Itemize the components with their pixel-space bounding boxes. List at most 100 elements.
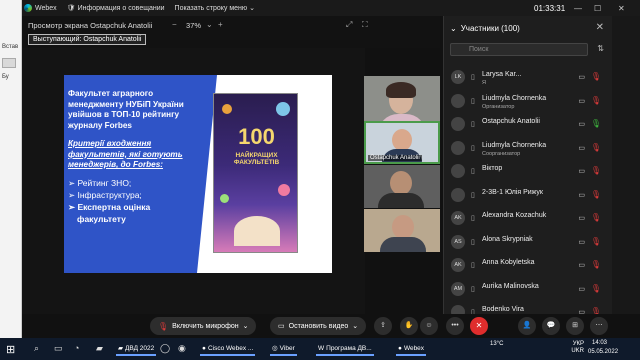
mic-muted-icon[interactable]: 🎙: [591, 143, 601, 152]
viber-icon: ◎: [272, 345, 278, 352]
video-name: Ostapchuk Anatolii: [368, 155, 422, 161]
input-language[interactable]: УКР UKR: [560, 341, 584, 355]
chevron-down-icon[interactable]: ⌄: [243, 322, 249, 330]
avatar: [451, 93, 465, 108]
edge-icon[interactable]: ◔: [74, 343, 79, 353]
apps-icon[interactable]: ⊞: [566, 317, 584, 335]
meeting-info-button[interactable]: 🛡 Информация о совещании: [67, 4, 165, 13]
avatar: AM: [451, 281, 465, 296]
unmute-button[interactable]: 🎙 Включить микрофон ⌄: [150, 317, 257, 335]
word-format-icon[interactable]: [2, 58, 16, 68]
zoom-level: 37%: [186, 21, 202, 30]
video-camera-icon: ▭: [578, 97, 585, 105]
chevron-down-icon: ⌄: [249, 5, 256, 12]
mic-muted-icon[interactable]: 🎙: [591, 166, 601, 175]
folder-icon[interactable]: ▰: [96, 343, 103, 354]
mic-muted-icon[interactable]: 🎙: [591, 237, 601, 246]
chat-icon[interactable]: 💬: [542, 317, 560, 335]
video-camera-icon: ▭: [278, 323, 285, 330]
leave-meeting-button[interactable]: ✕: [470, 317, 488, 335]
windows-start-icon[interactable]: ⊞: [6, 343, 15, 356]
taskbar-app[interactable]: W Програма ДВ...: [316, 342, 374, 356]
avatar: [451, 117, 465, 131]
task-view-icon[interactable]: ▭: [54, 343, 63, 354]
participant-video[interactable]: [364, 165, 440, 208]
more-options-icon[interactable]: •••: [446, 317, 464, 335]
participant-row[interactable]: ▯ Liudmyla Chornenka Соорганизатор ▭ 🎙: [444, 137, 613, 161]
share-screen-icon[interactable]: ⇪: [374, 317, 392, 335]
participant-row[interactable]: ▯ Віктор ▭ 🎙: [444, 160, 613, 184]
participants-header: ⌄ Участники (100): [450, 24, 520, 33]
chevron-down-icon[interactable]: ⌄: [450, 24, 457, 33]
participant-row[interactable]: AK ▯ Alexandra Kozachuk ▭ 🎙: [444, 207, 613, 231]
participant-video[interactable]: [364, 209, 440, 252]
video-camera-icon: ▭: [578, 121, 585, 128]
close-panel-icon[interactable]: ✕: [596, 22, 604, 33]
minimize-icon[interactable]: —: [574, 4, 582, 13]
taskbar-app[interactable]: ◎ Viber: [270, 342, 297, 356]
reactions-icon[interactable]: ✋: [400, 317, 418, 335]
mic-muted-icon[interactable]: 🎙: [591, 260, 601, 269]
show-menu-button[interactable]: Показать строку меню ⌄: [174, 4, 256, 13]
device-icon: ▯: [471, 168, 475, 175]
more-panels-icon[interactable]: ⋯: [590, 317, 608, 335]
slide-bullet-continued: факультету: [77, 214, 126, 224]
book-number: 100: [238, 124, 275, 149]
taskbar-app[interactable]: ● Webex: [396, 342, 427, 356]
taskbar-time[interactable]: 14:03: [592, 340, 607, 346]
mic-muted-icon[interactable]: 🎙: [591, 213, 601, 222]
show-menu-label: Показать строку меню: [174, 4, 248, 12]
device-icon: ▯: [471, 215, 475, 222]
zoom-in-icon[interactable]: +: [218, 20, 223, 29]
pop-out-icon[interactable]: ⤢: [346, 20, 352, 30]
stop-video-button[interactable]: ▭ Остановить видео ⌄: [270, 317, 367, 335]
chrome-icon[interactable]: ◉: [178, 343, 186, 354]
opera-icon[interactable]: ◯: [160, 343, 170, 354]
search-icon[interactable]: ⌕: [34, 343, 39, 354]
maximize-icon[interactable]: ☐: [594, 4, 601, 13]
taskbar-app[interactable]: ▰ ДВД 2022: [116, 342, 157, 356]
close-icon[interactable]: ✕: [618, 4, 625, 13]
folder-icon: ▰: [118, 345, 123, 352]
participants-search-input[interactable]: Поиск: [450, 43, 588, 56]
video-camera-icon: ▭: [578, 285, 585, 293]
screen: Встав Бу Webex 🛡 Информация о совещании П…: [0, 0, 640, 360]
participant-row[interactable]: ▯ Ostapchuk Anatolii ▭ 🎙: [444, 113, 613, 137]
word-clipboard-label: Бу: [2, 74, 9, 80]
zoom-out-icon[interactable]: −: [172, 20, 177, 29]
taskbar-app[interactable]: ● Cisco Webex ...: [200, 342, 256, 356]
slide-bullet: ➢ Експертна оцінка: [68, 202, 151, 212]
slide-bullet: ➢ Рейтинг ЗНО;: [68, 178, 132, 188]
mic-icon[interactable]: 🎙: [591, 119, 601, 128]
taskbar-date[interactable]: 05.05.2022: [588, 349, 618, 355]
right-edge: [612, 16, 640, 314]
raise-hand-icon[interactable]: ☺: [420, 317, 438, 335]
mic-muted-icon[interactable]: 🎙: [591, 284, 601, 293]
participant-row[interactable]: AK ▯ Anna Kobyletska ▭ 🎙: [444, 254, 613, 278]
book-title: НАЙКРАЩИХ ФАКУЛЬТЕТІВ: [233, 152, 280, 166]
sort-icon[interactable]: ⇅: [597, 44, 604, 53]
weather-readout[interactable]: 13°C: [490, 341, 503, 347]
zoom-dropdown-icon[interactable]: ⌄: [206, 20, 213, 29]
chevron-down-icon[interactable]: ⌄: [352, 322, 358, 330]
participant-row[interactable]: ▯ 2-3В-1 Юлія Рижук ▭ 🎙: [444, 184, 613, 208]
fullscreen-icon[interactable]: ⛶: [362, 20, 368, 30]
participant-row[interactable]: ▯ Liudmyla Chornenka Организатор ▭ 🎙: [444, 90, 613, 114]
mic-muted-icon[interactable]: 🎙: [591, 72, 601, 81]
participant-row[interactable]: AM ▯ Aurika Malinovska ▭ 🎙: [444, 278, 613, 302]
participant-role: Организатор: [482, 103, 515, 110]
app-name: Webex: [35, 4, 57, 12]
word-paste-label[interactable]: Встав: [2, 44, 18, 50]
active-speaker-video[interactable]: Ostapchuk Anatolii: [364, 121, 440, 164]
participant-row[interactable]: LK ▯ Larysa Kar... Я ▭ 🎙: [444, 66, 613, 90]
participants-count: Участники (100): [460, 24, 520, 33]
mic-muted-icon[interactable]: 🎙: [591, 96, 601, 105]
participant-name: Liudmyla Chornenka: [482, 141, 547, 149]
participants-icon[interactable]: 👤: [518, 317, 536, 335]
webex-logo-icon: [24, 4, 32, 12]
windows-taskbar: ⊞ ⌕ ▭ ◔ ▰ ▰ ДВД 2022 ◯ ◉ ● Cisco Webex ...…: [0, 338, 640, 360]
slide-bullet-list: ➢ Рейтинг ЗНО; ➢ Інфраструктура; ➢ Експе…: [68, 177, 198, 225]
mic-muted-icon[interactable]: 🎙: [591, 190, 601, 199]
video-camera-icon: ▭: [578, 168, 585, 175]
participant-row[interactable]: AS ▯ Alona Skrypniak ▭ 🎙: [444, 231, 613, 255]
